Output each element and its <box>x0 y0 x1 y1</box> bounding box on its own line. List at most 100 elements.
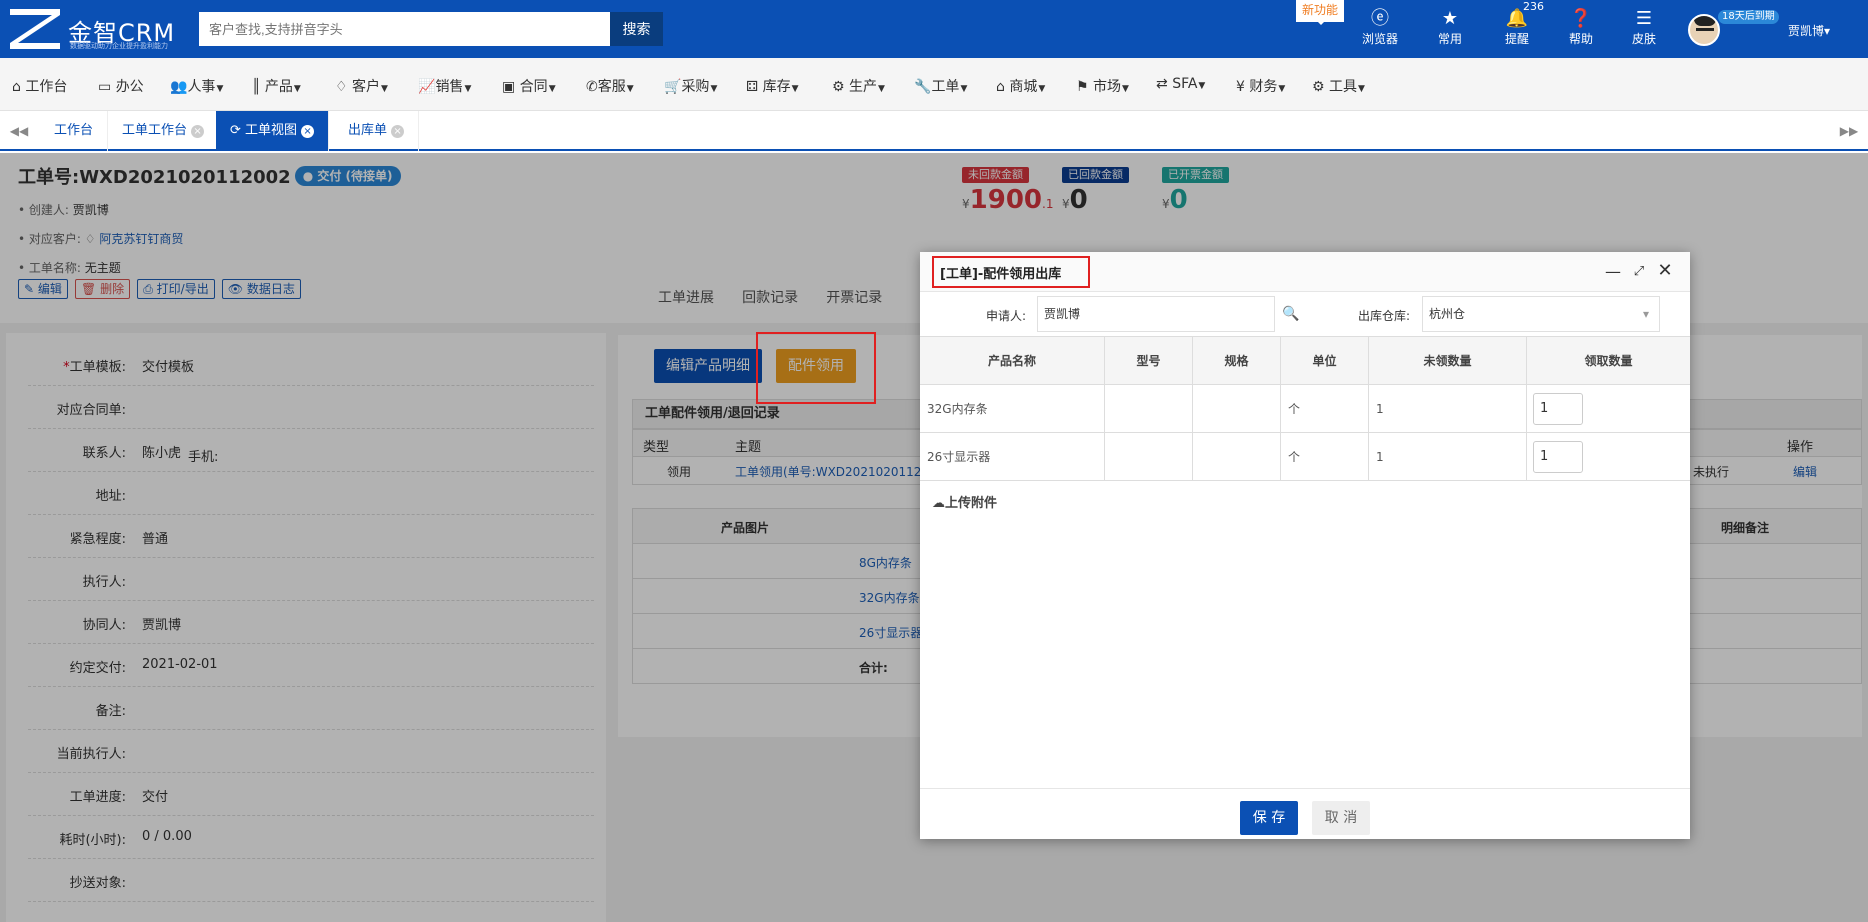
menu-label: 产品 <box>264 79 293 95</box>
new-feature-badge[interactable]: 新功能 <box>1296 0 1344 25</box>
tab-outbound[interactable]: 出库单 × <box>334 111 420 151</box>
barcode-icon: ║ <box>252 79 265 95</box>
nav-browser[interactable]: ⓔ 浏览器 <box>1354 8 1406 47</box>
row-claim-cell: 1 <box>1527 385 1690 433</box>
ie-icon: ⓔ <box>1371 8 1389 29</box>
menu-workorder[interactable]: 🔧工单▼ <box>914 76 967 96</box>
nav-browser-label: 浏览器 <box>1361 32 1398 46</box>
chart-icon: 📈 <box>418 79 436 95</box>
menu-label: 财务 <box>1249 79 1278 95</box>
menu-label: 人事 <box>187 79 216 95</box>
menu-service[interactable]: ✆客服▼ <box>586 76 634 96</box>
tab-workorder-view[interactable]: ⟳ 工单视图 × <box>216 111 330 151</box>
menu-label: 市场 <box>1093 79 1122 95</box>
menu-label: SFA <box>1172 76 1198 92</box>
menu-hr[interactable]: 👥人事▼ <box>170 76 223 96</box>
menu-label: 采购 <box>681 79 710 95</box>
close-icon[interactable]: ✕ <box>1656 260 1674 281</box>
maximize-icon[interactable]: ⤢ <box>1630 264 1648 279</box>
menu-label: 销售 <box>435 79 464 95</box>
menu-product[interactable]: ║ 产品▼ <box>252 76 301 96</box>
menu-sales[interactable]: 📈销售▼ <box>418 76 471 96</box>
claim-qty-input[interactable]: 1 <box>1533 393 1583 425</box>
menu-label: 工单 <box>931 79 960 95</box>
warehouse-select[interactable]: 杭州仓 ▾ <box>1422 296 1660 332</box>
menu-tools[interactable]: ⚙ 工具▼ <box>1312 76 1365 96</box>
laptop-icon: ▭ <box>98 79 116 95</box>
row-product-name: 26寸显示器 <box>920 433 1105 481</box>
skin-icon: ☰ <box>1635 8 1653 29</box>
wrench-icon: 🔧 <box>914 79 932 95</box>
refresh-icon: ⟳ <box>230 123 246 138</box>
row-product-name: 32G内存条 <box>920 385 1105 433</box>
annotation-highlight <box>932 256 1090 288</box>
menu-customer[interactable]: ♢ 客户▼ <box>335 76 388 96</box>
save-button[interactable]: 保 存 <box>1240 801 1298 835</box>
menu-label: 工作台 <box>25 79 68 95</box>
close-icon[interactable]: × <box>301 125 315 138</box>
app-logo[interactable]: 金智CRM 数据驱动助力企业提升盈利能力 <box>8 7 188 51</box>
menu-market[interactable]: ⚑ 市场▼ <box>1076 76 1129 96</box>
menu-sfa[interactable]: ⇄ SFA▼ <box>1156 76 1205 92</box>
row-unit: 个 <box>1281 385 1369 433</box>
nav-help[interactable]: ❓ 帮助 <box>1555 8 1607 47</box>
menu-office[interactable]: ▭ 办公 <box>98 76 144 96</box>
row-unit: 个 <box>1281 433 1369 481</box>
nav-favorites-label: 常用 <box>1437 32 1462 46</box>
menu-inventory[interactable]: ⚃ 库存▼ <box>746 76 799 96</box>
upload-attachment-button[interactable]: ☁上传附件 <box>932 492 997 511</box>
menu-label: 库存 <box>762 79 791 95</box>
parts-table: 产品名称 型号 规格 单位 未领数量 领取数量 32G内存条 个 1 1 26寸… <box>920 336 1690 482</box>
row-spec <box>1193 385 1281 433</box>
tab-scroll-left-icon[interactable]: ◀◀ <box>0 111 38 151</box>
menu-purchase[interactable]: 🛒采购▼ <box>664 76 717 96</box>
menu-label: 工具 <box>1329 79 1358 95</box>
tab-workorder-workbench[interactable]: 工单工作台 × <box>108 111 220 151</box>
tab-workbench[interactable]: 工作台 <box>40 111 109 151</box>
row-unclaimed: 1 <box>1369 433 1527 481</box>
row-spec <box>1193 433 1281 481</box>
nav-skin[interactable]: ☰ 皮肤 <box>1618 8 1670 47</box>
contract-icon: ▣ <box>502 79 520 95</box>
col-model: 型号 <box>1105 337 1193 385</box>
col-unit: 单位 <box>1281 337 1369 385</box>
chevron-down-icon: ▾ <box>1642 307 1649 321</box>
menu-finance[interactable]: ¥ 财务▼ <box>1236 76 1285 96</box>
nav-favorites[interactable]: ★ 常用 <box>1424 8 1476 47</box>
upload-label: 上传附件 <box>945 496 998 511</box>
yen-icon: ¥ <box>1236 79 1250 95</box>
tab-label: 工单视图 <box>245 123 298 138</box>
applicant-label: 申请人: <box>986 309 1027 323</box>
gear-icon: ⚙ <box>1312 79 1330 95</box>
search-button[interactable]: 搜索 <box>610 12 663 46</box>
menu-contract[interactable]: ▣ 合同▼ <box>502 76 556 96</box>
col-unclaimed: 未领数量 <box>1369 337 1527 385</box>
cancel-button[interactable]: 取 消 <box>1312 801 1370 835</box>
logo-slogan: 数据驱动助力企业提升盈利能力 <box>70 42 168 50</box>
refresh-icon: ⇄ <box>1156 76 1173 92</box>
tab-scroll-right-icon[interactable]: ▶▶ <box>1830 111 1868 151</box>
applicant-field[interactable]: 贾凯博 <box>1037 296 1275 332</box>
menu-label: 办公 <box>115 79 144 95</box>
menu-workbench[interactable]: ⌂ 工作台 <box>12 76 67 96</box>
menu-production[interactable]: ⚙ 生产▼ <box>832 76 885 96</box>
menu-label: 合同 <box>519 79 548 95</box>
cart-icon: 🛒 <box>664 79 682 95</box>
avatar[interactable] <box>1688 14 1720 46</box>
cloud-upload-icon: ☁ <box>932 496 945 511</box>
close-icon[interactable]: × <box>391 125 405 138</box>
tab-label: 工单工作台 <box>122 123 188 138</box>
nav-reminders[interactable]: 236 🔔 提醒 <box>1491 0 1544 47</box>
close-icon[interactable]: × <box>191 125 205 138</box>
nav-help-label: 帮助 <box>1568 32 1593 46</box>
menu-label: 客服 <box>597 79 626 95</box>
menu-mall[interactable]: ⌂ 商城▼ <box>996 76 1045 96</box>
row-model <box>1105 385 1193 433</box>
minimize-icon[interactable]: — <box>1604 262 1622 281</box>
search-icon[interactable]: 🔍 <box>1282 306 1299 322</box>
customer-search-input[interactable] <box>199 12 611 46</box>
flag-icon: ⚑ <box>1076 79 1094 95</box>
claim-qty-input[interactable]: 1 <box>1533 441 1583 473</box>
user-menu[interactable]: 贾凯博▾ <box>1788 22 1830 39</box>
shop-icon: ⌂ <box>996 79 1010 95</box>
